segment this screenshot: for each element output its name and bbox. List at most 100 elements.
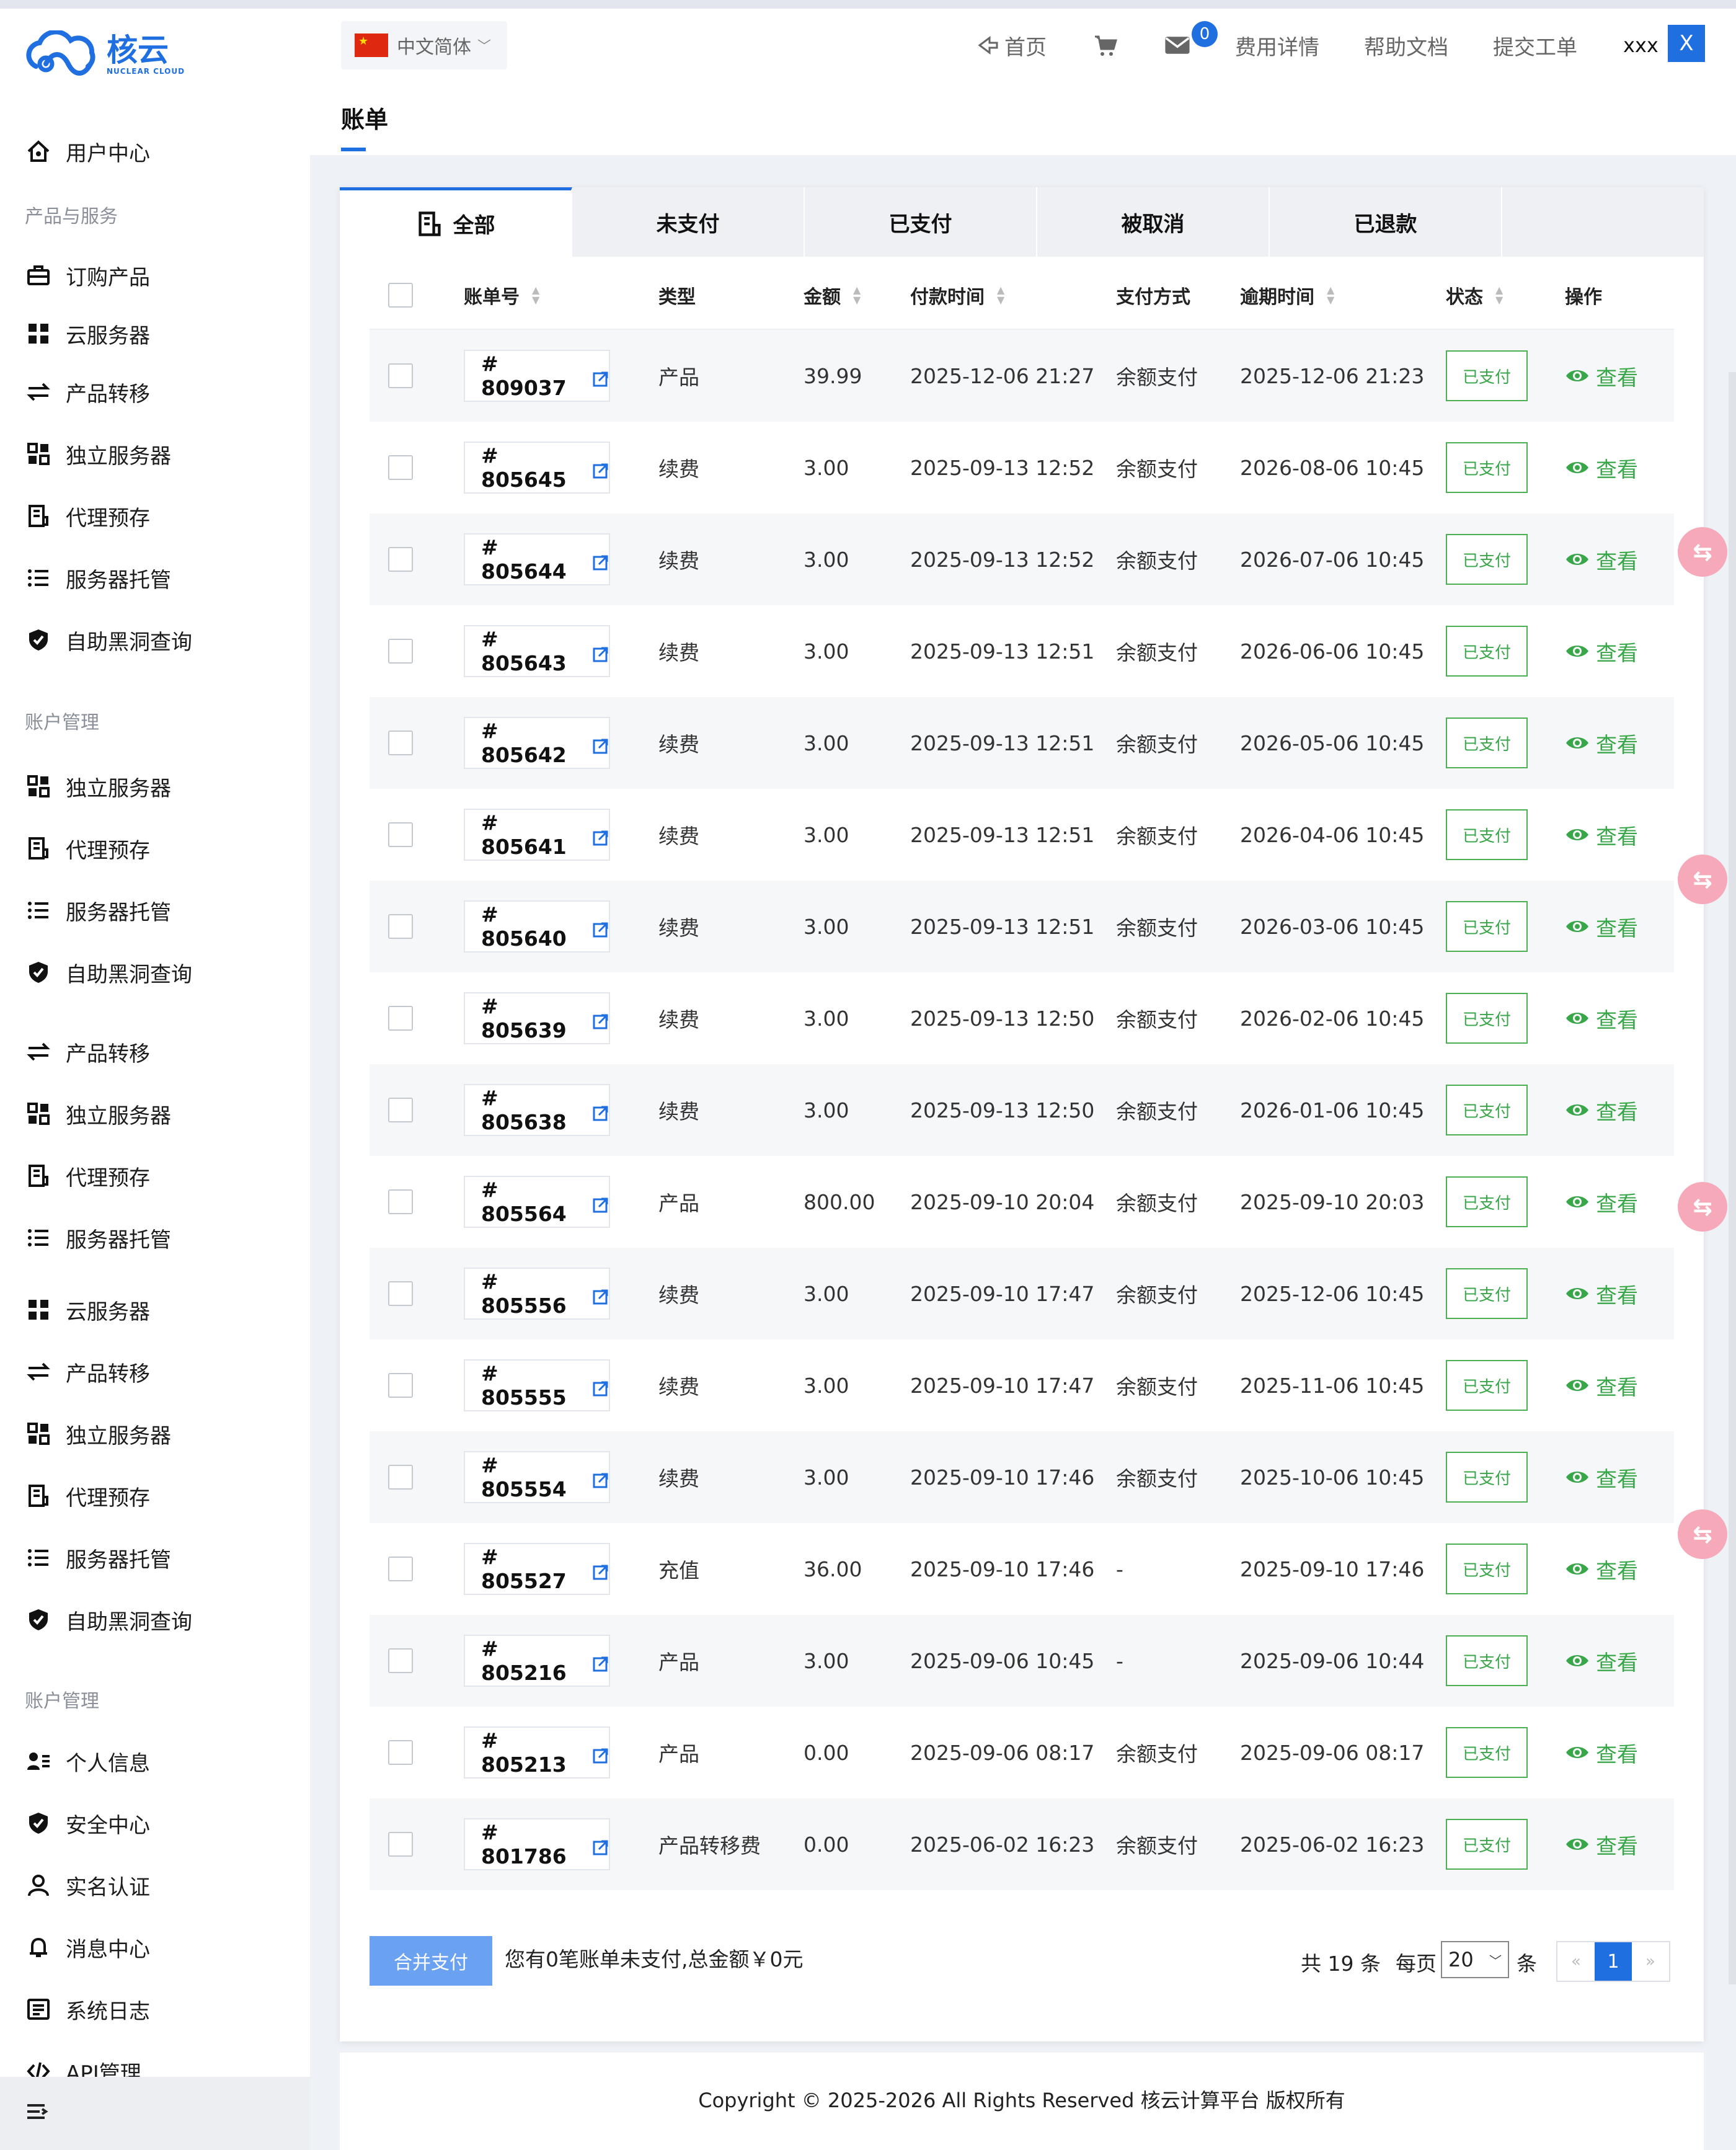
bill-id-link[interactable]: # 805556 xyxy=(464,1268,610,1320)
row-checkbox[interactable] xyxy=(388,1006,413,1031)
sidebar-item[interactable]: 自助黑洞查询 xyxy=(25,1601,192,1638)
sidebar-collapse-bar[interactable] xyxy=(0,2077,310,2150)
view-button[interactable]: 查看 xyxy=(1565,789,1638,881)
view-button[interactable]: 查看 xyxy=(1565,330,1638,422)
header-due-time[interactable]: 逾期时间 ▲ ▼ xyxy=(1240,260,1334,330)
translate-float-icon[interactable]: ⇆ xyxy=(1678,527,1727,577)
brand-logo[interactable]: 核云 NUCLEAR CLOUD xyxy=(24,24,185,86)
row-checkbox[interactable] xyxy=(388,1740,413,1765)
view-button[interactable]: 查看 xyxy=(1565,1248,1638,1339)
view-button[interactable]: 查看 xyxy=(1565,972,1638,1064)
bill-id-link[interactable]: # 805642 xyxy=(464,717,610,769)
cart-button[interactable] xyxy=(1092,9,1117,82)
logout-button[interactable]: X xyxy=(1668,25,1705,62)
sort-icon[interactable]: ▲ ▼ xyxy=(532,285,539,305)
sidebar-item[interactable]: 服务器托管 xyxy=(25,892,171,929)
bill-id-link[interactable]: # 805639 xyxy=(464,992,610,1044)
sidebar-item[interactable]: 产品转移 xyxy=(25,1353,150,1390)
sidebar-item[interactable]: 代理预存 xyxy=(25,1477,150,1514)
row-checkbox[interactable] xyxy=(388,1557,413,1581)
row-checkbox[interactable] xyxy=(388,914,413,939)
sidebar-item[interactable]: 安全中心 xyxy=(25,1805,150,1842)
prev-page-button[interactable]: « xyxy=(1557,1942,1595,1981)
view-button[interactable]: 查看 xyxy=(1565,1431,1638,1523)
row-checkbox[interactable] xyxy=(388,455,413,480)
bill-id-link[interactable]: # 805643 xyxy=(464,625,610,677)
sidebar-item[interactable]: 产品转移 xyxy=(25,373,150,411)
sort-icon[interactable]: ▲ ▼ xyxy=(853,285,861,305)
sidebar-item[interactable]: 系统日志 xyxy=(25,1991,150,2028)
page-button-current[interactable]: 1 xyxy=(1595,1942,1632,1981)
sidebar-item[interactable]: 服务器托管 xyxy=(25,1539,171,1576)
per-page-select[interactable]: 20 ﹀ xyxy=(1441,1941,1509,1978)
translate-float-icon[interactable]: ⇆ xyxy=(1678,1509,1727,1559)
sidebar-item[interactable]: 服务器托管 xyxy=(25,559,171,597)
row-checkbox[interactable] xyxy=(388,731,413,755)
header-amount[interactable]: 金额 ▲ ▼ xyxy=(804,260,861,330)
view-button[interactable]: 查看 xyxy=(1565,1798,1638,1890)
row-checkbox[interactable] xyxy=(388,1281,413,1306)
bill-id-link[interactable]: # 805641 xyxy=(464,809,610,861)
view-button[interactable]: 查看 xyxy=(1565,513,1638,605)
messages-button[interactable] xyxy=(1163,9,1192,82)
view-button[interactable]: 查看 xyxy=(1565,605,1638,697)
sidebar-item[interactable]: 消息中心 xyxy=(25,1929,150,1966)
bill-id-link[interactable]: # 805554 xyxy=(464,1451,610,1503)
view-button[interactable]: 查看 xyxy=(1565,1615,1638,1707)
translate-float-icon[interactable]: ⇆ xyxy=(1678,1182,1727,1232)
tab-0[interactable]: 全部 xyxy=(340,187,572,257)
sidebar-item[interactable]: 独立服务器 xyxy=(25,1095,171,1132)
bill-id-link[interactable]: # 805640 xyxy=(464,900,610,953)
sidebar-item[interactable]: 代理预存 xyxy=(25,1157,150,1194)
tab-1[interactable]: 未支付 xyxy=(572,187,805,257)
sort-icon[interactable]: ▲ ▼ xyxy=(1495,285,1503,305)
nav-home[interactable]: 首页 xyxy=(976,9,1047,82)
tab-2[interactable]: 已支付 xyxy=(805,187,1037,257)
row-checkbox[interactable] xyxy=(388,1465,413,1490)
sidebar-item[interactable]: 云服务器 xyxy=(25,1291,150,1328)
view-button[interactable]: 查看 xyxy=(1565,1064,1638,1156)
view-button[interactable]: 查看 xyxy=(1565,881,1638,972)
sidebar-item[interactable]: 实名认证 xyxy=(25,1867,150,1904)
row-checkbox[interactable] xyxy=(388,1648,413,1673)
select-all-checkbox[interactable] xyxy=(388,283,413,308)
bill-id-link[interactable]: # 801786 xyxy=(464,1818,610,1870)
bill-id-link[interactable]: # 805527 xyxy=(464,1543,610,1595)
sidebar-item[interactable]: 订购产品 xyxy=(25,257,150,294)
view-button[interactable]: 查看 xyxy=(1565,1523,1638,1615)
sidebar-item[interactable]: 云服务器 xyxy=(25,315,150,352)
sidebar-item[interactable]: 独立服务器 xyxy=(25,768,171,805)
scrollbar[interactable] xyxy=(1729,372,1736,1984)
tab-4[interactable]: 已退款 xyxy=(1270,187,1502,257)
view-button[interactable]: 查看 xyxy=(1565,1707,1638,1798)
bill-id-link[interactable]: # 805638 xyxy=(464,1084,610,1136)
view-button[interactable]: 查看 xyxy=(1565,422,1638,513)
row-checkbox[interactable] xyxy=(388,547,413,572)
row-checkbox[interactable] xyxy=(388,1373,413,1398)
sidebar-item[interactable]: 独立服务器 xyxy=(25,435,171,473)
header-status[interactable]: 状态 ▲ ▼ xyxy=(1446,260,1503,330)
row-checkbox[interactable] xyxy=(388,639,413,664)
menu-collapse-icon[interactable] xyxy=(25,2099,52,2126)
nav-docs[interactable]: 帮助文档 xyxy=(1364,9,1448,82)
bill-id-link[interactable]: # 805555 xyxy=(464,1359,610,1411)
bill-id-link[interactable]: # 809037 xyxy=(464,350,610,402)
sidebar-item[interactable]: 用户中心 xyxy=(25,133,150,170)
row-checkbox[interactable] xyxy=(388,1098,413,1122)
sidebar-item[interactable]: 服务器托管 xyxy=(25,1219,171,1256)
sort-icon[interactable]: ▲ ▼ xyxy=(997,285,1004,305)
sidebar-item[interactable]: 独立服务器 xyxy=(25,1415,171,1452)
sidebar-item[interactable]: 代理预存 xyxy=(25,830,150,867)
username[interactable]: xxx xyxy=(1623,9,1658,82)
row-checkbox[interactable] xyxy=(388,363,413,388)
nav-billing[interactable]: 费用详情 xyxy=(1235,9,1319,82)
bill-id-link[interactable]: # 805564 xyxy=(464,1176,610,1228)
bill-id-link[interactable]: # 805216 xyxy=(464,1635,610,1687)
row-checkbox[interactable] xyxy=(388,1189,413,1214)
row-checkbox[interactable] xyxy=(388,1832,413,1857)
row-checkbox[interactable] xyxy=(388,822,413,847)
view-button[interactable]: 查看 xyxy=(1565,1156,1638,1248)
merge-pay-button[interactable]: 合并支付 xyxy=(370,1936,492,1986)
header-paid-time[interactable]: 付款时间 ▲ ▼ xyxy=(910,260,1004,330)
bill-id-link[interactable]: # 805213 xyxy=(464,1726,610,1779)
